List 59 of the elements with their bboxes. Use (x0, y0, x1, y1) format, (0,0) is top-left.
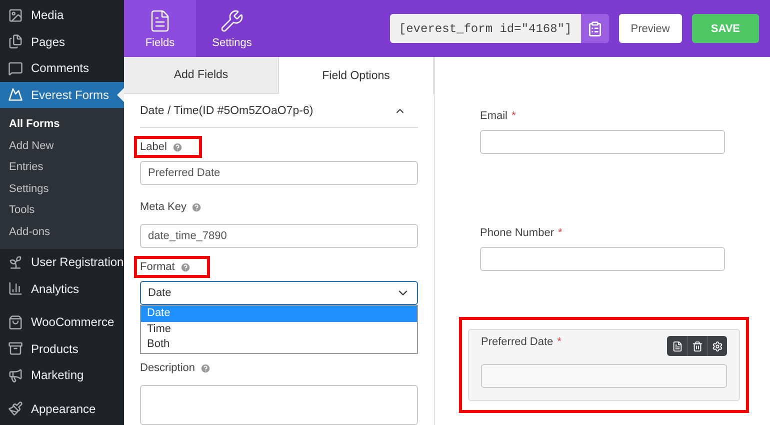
image-icon (8, 8, 23, 23)
submenu-item[interactable]: Add-ons (0, 222, 124, 243)
text-input[interactable]: Preferred Date (140, 161, 418, 185)
form-field-label: Phone Number * (480, 227, 564, 239)
mountain-icon (8, 87, 23, 102)
submenu-item[interactable]: Settings (0, 178, 124, 200)
sprout-icon (8, 254, 23, 270)
selected-field-card[interactable]: Preferred Date * (468, 329, 740, 401)
field-label: Meta Key (140, 201, 186, 213)
help-icon (200, 362, 212, 374)
paintbrush-icon (8, 401, 23, 416)
sidebar-item[interactable]: Analytics (0, 276, 124, 302)
field-label: Description (140, 362, 196, 374)
document-icon (672, 340, 682, 352)
sidebar-item[interactable]: Everest Forms (0, 82, 124, 108)
sidebar-item[interactable]: Media (0, 2, 124, 28)
preview-button[interactable]: Preview (618, 14, 682, 43)
required-mark: * (558, 227, 562, 239)
settings-icon (712, 340, 723, 352)
sidebar-item[interactable]: User Registration (0, 249, 124, 276)
sidebar-item[interactable]: Products (0, 336, 124, 362)
clipboard-icon (586, 20, 603, 36)
help-icon (172, 142, 183, 152)
header-tab[interactable]: Settings (196, 0, 268, 57)
sidebar-item[interactable]: WooCommerce (0, 309, 124, 336)
copy-button[interactable] (580, 14, 609, 43)
field-label: Format (140, 261, 175, 273)
submenu-item[interactable]: Add New (0, 136, 124, 157)
submenu-item[interactable]: Tools (0, 200, 124, 222)
textarea-field[interactable] (140, 385, 418, 425)
bar-chart-icon (8, 281, 23, 296)
speech-bubble-icon (8, 60, 23, 76)
text-input[interactable] (480, 247, 725, 271)
sidebar-item[interactable]: Pages (0, 28, 124, 55)
field-label: Label (140, 141, 167, 153)
required-mark: * (512, 110, 516, 122)
header-tab[interactable]: Fields (124, 0, 196, 57)
text-input[interactable] (480, 130, 725, 154)
submenu-item[interactable]: Entries (0, 157, 124, 178)
text-input[interactable]: date_time_7890 (140, 224, 418, 248)
tools-icon (220, 8, 244, 32)
date-input[interactable] (481, 364, 727, 388)
form-field-label: Preferred Date * (481, 336, 562, 348)
help-icon (191, 202, 202, 212)
shortcode-field[interactable]: [everest_form id="4168"] (390, 14, 581, 43)
sidebar-item[interactable]: Marketing (0, 362, 124, 388)
megaphone-icon (8, 368, 23, 383)
format-select[interactable]: Date (140, 281, 418, 305)
submenu-item[interactable]: All Forms (0, 114, 124, 136)
shopping-bag-icon (8, 314, 23, 330)
panel-tab[interactable]: Add Fields (124, 57, 279, 94)
required-mark: * (557, 336, 562, 348)
pages-icon (8, 34, 23, 50)
trash-icon (692, 340, 703, 352)
help-icon (180, 262, 191, 272)
sidebar-item[interactable]: Comments (0, 55, 124, 82)
sidebar-item[interactable]: Appearance (0, 396, 124, 422)
archive-box-icon (8, 341, 23, 356)
form-field-label: Email * (480, 110, 517, 122)
